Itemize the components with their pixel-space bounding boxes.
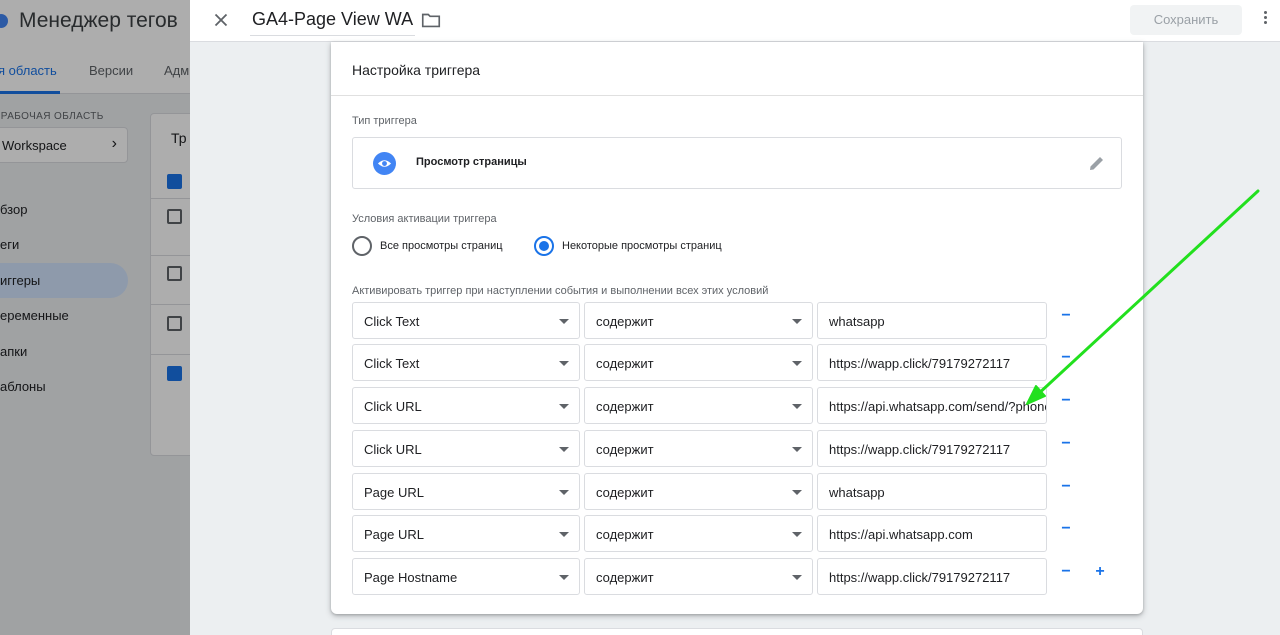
remove-condition-button[interactable]: − xyxy=(1058,392,1074,412)
operator-value: содержит xyxy=(596,356,654,371)
operator-select[interactable]: содержит xyxy=(584,515,813,552)
dropdown-arrow-icon xyxy=(559,404,569,409)
condition-row: Click URL содержит https://api.whatsapp.… xyxy=(352,387,1132,424)
variable-select[interactable]: Page URL xyxy=(352,515,580,552)
radio-label: Все просмотры страниц xyxy=(380,240,503,252)
variable-select[interactable]: Page Hostname xyxy=(352,558,580,595)
remove-condition-button[interactable]: − xyxy=(1058,349,1074,369)
value-text: whatsapp xyxy=(829,314,885,329)
pencil-icon[interactable] xyxy=(1087,153,1107,173)
condition-row: Click Text содержит whatsapp − xyxy=(352,302,1132,339)
operator-select[interactable]: содержит xyxy=(584,473,813,510)
value-text: whatsapp xyxy=(829,485,885,500)
remove-condition-button[interactable]: − xyxy=(1058,478,1074,498)
value-input[interactable]: whatsapp xyxy=(817,302,1047,339)
operator-value: содержит xyxy=(596,314,654,329)
variable-select[interactable]: Click Text xyxy=(352,344,580,381)
divider xyxy=(331,95,1143,96)
condition-row: Click Text содержит https://wapp.click/7… xyxy=(352,344,1132,381)
dropdown-arrow-icon xyxy=(559,319,569,324)
sheet-header: GA4-Page View WA Сохранить xyxy=(190,0,1280,42)
variable-value: Click URL xyxy=(364,442,422,457)
operator-select[interactable]: содержит xyxy=(584,344,813,381)
operator-value: содержит xyxy=(596,485,654,500)
dropdown-arrow-icon xyxy=(792,575,802,580)
value-text: https://wapp.click/79179272117 xyxy=(829,570,1011,585)
radio-button[interactable] xyxy=(352,236,372,256)
more-vert-icon[interactable] xyxy=(1258,9,1272,31)
close-icon[interactable] xyxy=(210,9,232,31)
operator-value: содержит xyxy=(596,399,654,414)
folder-icon[interactable] xyxy=(420,9,442,31)
variable-value: Page URL xyxy=(364,485,424,500)
operator-select[interactable]: содержит xyxy=(584,302,813,339)
radio-label: Некоторые просмотры страниц xyxy=(562,240,722,252)
add-condition-button[interactable]: + xyxy=(1092,563,1108,583)
condition-row: Page Hostname содержит https://wapp.clic… xyxy=(352,558,1132,595)
dropdown-arrow-icon xyxy=(792,490,802,495)
variable-value: Page URL xyxy=(364,527,424,542)
trigger-type-label: Тип триггера xyxy=(352,115,417,127)
remove-condition-button[interactable]: − xyxy=(1058,520,1074,540)
variable-select[interactable]: Click URL xyxy=(352,387,580,424)
variable-value: Click Text xyxy=(364,356,420,371)
dropdown-arrow-icon xyxy=(559,447,569,452)
remove-condition-button[interactable]: − xyxy=(1058,307,1074,327)
value-input[interactable]: https://wapp.click/79179272117 xyxy=(817,430,1047,467)
dropdown-arrow-icon xyxy=(792,404,802,409)
activation-label: Условия активации триггера xyxy=(352,213,497,225)
next-card-edge xyxy=(331,628,1143,635)
operator-select[interactable]: содержит xyxy=(584,387,813,424)
trigger-name-input[interactable]: GA4-Page View WA xyxy=(250,6,416,36)
operator-value: содержит xyxy=(596,570,654,585)
card-title: Настройка триггера xyxy=(352,62,481,78)
value-text: https://wapp.click/79179272117 xyxy=(829,442,1011,457)
condition-row: Page URL содержит whatsapp − xyxy=(352,473,1132,510)
variable-value: Page Hostname xyxy=(364,570,458,585)
trigger-type-selector[interactable]: Просмотр страницы xyxy=(352,137,1122,189)
value-input[interactable]: https://api.whatsapp.com xyxy=(817,515,1047,552)
dropdown-arrow-icon xyxy=(792,532,802,537)
dropdown-arrow-icon xyxy=(559,532,569,537)
variable-select[interactable]: Page URL xyxy=(352,473,580,510)
value-input[interactable]: https://wapp.click/79179272117 xyxy=(817,558,1047,595)
operator-value: содержит xyxy=(596,527,654,542)
value-text: https://api.whatsapp.com/send/?phone xyxy=(829,399,1047,414)
dropdown-arrow-icon xyxy=(792,361,802,366)
dropdown-arrow-icon xyxy=(792,447,802,452)
value-input[interactable]: https://wapp.click/79179272117 xyxy=(817,344,1047,381)
operator-select[interactable]: содержит xyxy=(584,430,813,467)
value-text: https://wapp.click/79179272117 xyxy=(829,356,1011,371)
variable-select[interactable]: Click Text xyxy=(352,302,580,339)
condition-row: Page URL содержит https://api.whatsapp.c… xyxy=(352,515,1132,552)
dropdown-arrow-icon xyxy=(792,319,802,324)
eye-icon xyxy=(373,152,396,175)
variable-value: Click Text xyxy=(364,314,420,329)
trigger-config-card: Настройка триггера Тип триггера Просмотр… xyxy=(331,42,1143,614)
conditions-label: Активировать триггер при наступлении соб… xyxy=(352,285,769,297)
variable-value: Click URL xyxy=(364,399,422,414)
trigger-type-name: Просмотр страницы xyxy=(416,156,527,168)
value-input[interactable]: https://api.whatsapp.com/send/?phone xyxy=(817,387,1047,424)
condition-row: Click URL содержит https://wapp.click/79… xyxy=(352,430,1132,467)
remove-condition-button[interactable]: − xyxy=(1058,563,1074,583)
variable-select[interactable]: Click URL xyxy=(352,430,580,467)
remove-condition-button[interactable]: − xyxy=(1058,435,1074,455)
scrim-overlay xyxy=(0,0,190,635)
save-button[interactable]: Сохранить xyxy=(1130,5,1242,35)
trigger-editor-sheet: GA4-Page View WA Сохранить Настройка три… xyxy=(190,0,1280,635)
dropdown-arrow-icon xyxy=(559,490,569,495)
operator-select[interactable]: содержит xyxy=(584,558,813,595)
dropdown-arrow-icon xyxy=(559,575,569,580)
dropdown-arrow-icon xyxy=(559,361,569,366)
operator-value: содержит xyxy=(596,442,654,457)
value-input[interactable]: whatsapp xyxy=(817,473,1047,510)
value-text: https://api.whatsapp.com xyxy=(829,527,973,542)
radio-button-checked[interactable] xyxy=(534,236,554,256)
